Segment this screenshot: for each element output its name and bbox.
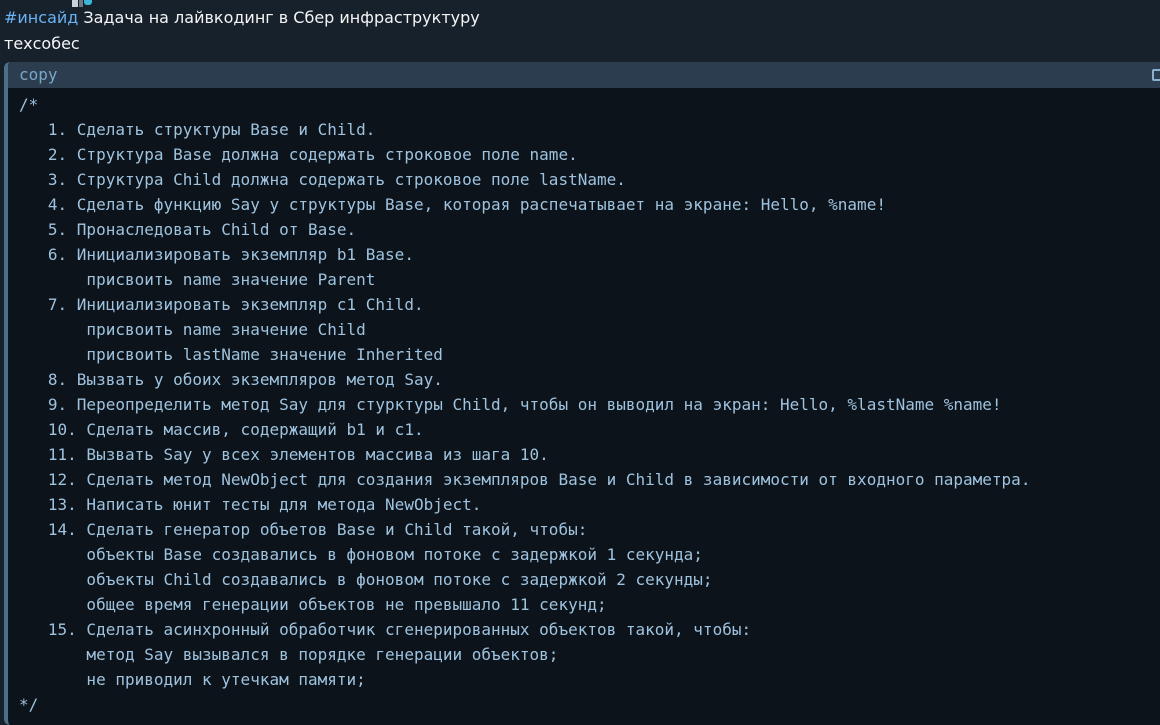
message-title: #инсайд Задача на лайвкодинг в Сбер инфр… <box>4 7 480 29</box>
code-body[interactable]: /* 1. Сделать структуры Base и Child. 2.… <box>19 92 1160 725</box>
code-line: 5. Пронаследовать Child от Base. <box>19 220 357 239</box>
code-language-label: copy <box>19 65 58 84</box>
code-line: 2. Структура Base должна содержать строк… <box>19 145 578 164</box>
message-subtitle: техсобес <box>4 34 80 53</box>
code-line: 11. Вызвать Say у всех элементов массива… <box>19 445 549 464</box>
code-line: метод Say вызывался в порядке генерации … <box>19 645 559 664</box>
code-line: 6. Инициализировать экземпляр b1 Base. <box>19 245 414 264</box>
hashtag-link[interactable]: #инсайд <box>4 8 78 27</box>
message-title-text: Задача на лайвкодинг в Сбер инфраструкту… <box>78 8 480 27</box>
code-block: copy /* 1. Сделать структуры Base и Chil… <box>4 62 1160 725</box>
code-line: /* <box>19 95 39 114</box>
code-line: 14. Сделать генератор объетов Base и Chi… <box>19 520 588 539</box>
code-line: 9. Переопределить метод Say для стурктур… <box>19 395 1002 414</box>
code-line: 13. Написать юнит тесты для метода NewOb… <box>19 495 482 514</box>
code-line: присвоить lastName значение Inherited <box>19 345 443 364</box>
code-line: 4. Сделать функцию Say у структуры Base,… <box>19 195 886 214</box>
code-line: объекты Child создавались в фоновом пото… <box>19 570 713 589</box>
copy-icon[interactable] <box>1152 69 1160 81</box>
code-line: 10. Сделать массив, содержащий b1 и c1. <box>19 420 424 439</box>
code-line: 8. Вызвать у обоих экземпляров метод Say… <box>19 370 443 389</box>
code-line: 3. Структура Child должна содержать стро… <box>19 170 626 189</box>
code-line: 7. Инициализировать экземпляр c1 Child. <box>19 295 424 314</box>
code-line: присвоить name значение Child <box>19 320 366 339</box>
code-line: не приводил к утечкам памяти; <box>19 670 366 689</box>
sender-avatar-fragment <box>72 0 100 7</box>
code-block-header: copy <box>8 62 1160 88</box>
code-line: */ <box>19 695 39 714</box>
code-line: объекты Base создавались в фоновом поток… <box>19 545 703 564</box>
code-line: присвоить name значение Parent <box>19 270 376 289</box>
code-line: 12. Сделать метод NewObject для создания… <box>19 470 1031 489</box>
code-line: 15. Сделать асинхронный обработчик сгене… <box>19 620 752 639</box>
code-line: общее время генерации объектов не превыш… <box>19 595 607 614</box>
code-line: 1. Сделать структуры Base и Child. <box>19 120 376 139</box>
